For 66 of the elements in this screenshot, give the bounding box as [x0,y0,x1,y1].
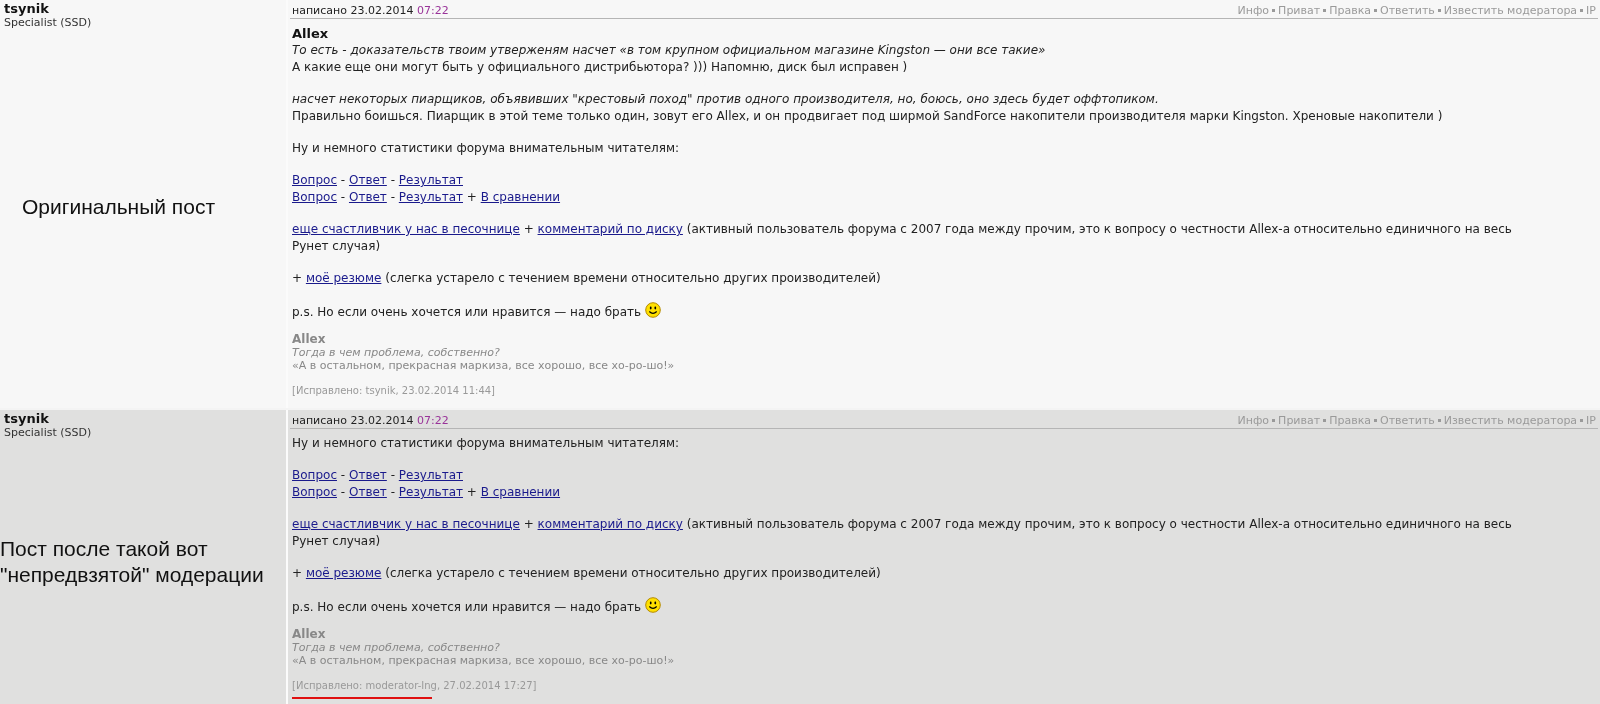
post-link[interactable]: Результат [398,485,463,499]
post-time: 07:22 [416,414,449,427]
bullet-icon [1437,9,1441,12]
annotation-text: Пост после такой вот [0,536,208,562]
signature-text: «А в остальном, прекрасная маркиза, все хорошо, все хо-ро-шо!» [292,359,676,372]
author-name[interactable]: tsynik [4,1,282,16]
post-link[interactable]: Вопрос [292,485,337,499]
bullet-icon [1437,419,1441,422]
author-rank: Specialist (SSD) [4,16,93,29]
post-date: написано 23.02.2014 [292,4,414,17]
quote-text: То есть - доказательств твоим утверженям насчет «в том крупном официальном магазине Kingston — они все такие» [292,42,1047,59]
post-link[interactable]: Результат [398,468,463,482]
post-text: Ну и немного статистики форума внимательным читателям: [292,435,681,452]
post-text: p.s. Но если очень хочется или нравится — надо брать [292,305,642,319]
post-text: еще счастливчик у нас в песочнице + комментарий по диску (активный пользователь форума с 2007 года между прочим, это к вопросу о честности Allex-а относительно единичного на весь Рунет случая) [292,221,1513,255]
post-link[interactable]: В сравнении [480,485,561,499]
edited-note: [Исправлено: tsynik, 23.02.2014 11:44] [292,384,495,397]
post-text: А какие еще они могут быть у официального дистрибьютора? ))) Напомню, диск был исправен ) [292,59,909,76]
bullet-icon [1374,9,1378,12]
post-date: написано 23.02.2014 [292,414,414,427]
post-text: + моё резюме (слегка устарело с течением времени относительно других производителей) [292,565,882,582]
post-link[interactable]: еще счастливчик у нас в песочнице [292,222,520,236]
post-link[interactable]: Результат [398,173,463,187]
post-link[interactable]: В сравнении [480,190,561,204]
bullet-icon [1374,419,1378,422]
signature-text: «А в остальном, прекрасная маркиза, все хорошо, все хо-ро-шо!» [292,654,676,667]
post-text: Вопрос - Ответ - Результат + В сравнении [292,484,562,501]
post-link[interactable]: Ответ [348,190,387,204]
edited-note: [Исправлено: moderator-Ing, 27.02.2014 17:27] [292,679,537,692]
bullet-icon [1323,9,1327,12]
post-text: Вопрос - Ответ - Результат [292,467,464,484]
bullet-icon [1580,9,1584,12]
author-rank: Specialist (SSD) [4,426,93,439]
post-text: еще счастливчик у нас в песочнице + комментарий по диску (активный пользователь форума с 2007 года между прочим, это к вопросу о честности Allex-а относительно единичного на весь Рунет случая) [292,516,1513,550]
bullet-icon [1272,9,1276,12]
post-link[interactable]: Ответ [348,173,387,187]
post-link[interactable]: Вопрос [292,468,337,482]
bullet-icon [1580,419,1584,422]
quote-author: Allex [292,25,330,42]
post-text: Правильно боишься. Пиарщик в этой теме только один, зовут его Allex, и он продвигает под ширмой SandForce накопители производителя марки Kingston. Хреновые накопители ) [292,108,1444,125]
signature-name: Allex [292,333,327,346]
post-link[interactable]: Вопрос [292,190,337,204]
post-text: + моё резюме (слегка устарело с течением времени относительно других производителей) [292,270,882,287]
post-link[interactable]: Вопрос [292,173,337,187]
post-time: 07:22 [416,4,449,17]
post-link[interactable]: Ответ [348,468,387,482]
post-link[interactable]: комментарий по диску [537,222,683,236]
post-text: Вопрос - Ответ - Результат [292,172,464,189]
post-text: Вопрос - Ответ - Результат + В сравнении [292,189,562,206]
post-link[interactable]: Результат [398,190,463,204]
annotation-text: "непредвзятой" модерации [0,562,264,588]
post-link[interactable]: моё резюме [305,566,382,580]
author-name[interactable]: tsynik [4,411,282,426]
post-link[interactable]: моё резюме [305,271,382,285]
annotation-text: Оригинальный пост [22,193,216,220]
signature-name: Allex [292,628,327,641]
post-link[interactable]: комментарий по диску [537,517,683,531]
signature-text: Тогда в чем проблема, собственно? [292,641,501,654]
post-link[interactable]: Ответ [348,485,387,499]
signature-text: Тогда в чем проблема, собственно? [292,346,501,359]
bullet-icon [1323,419,1327,422]
post-link[interactable]: еще счастливчик у нас в песочнице [292,517,520,531]
post-text: Ну и немного статистики форума внимательным читателям: [292,140,681,157]
quote-text: насчет некоторых пиарщиков, объявивших "крестовый поход" против одного производителя, но, боюсь, оно здесь будет оффтопиком. [292,91,1160,108]
bullet-icon [1272,419,1276,422]
post-text: p.s. Но если очень хочется или нравится — надо брать [292,600,642,614]
